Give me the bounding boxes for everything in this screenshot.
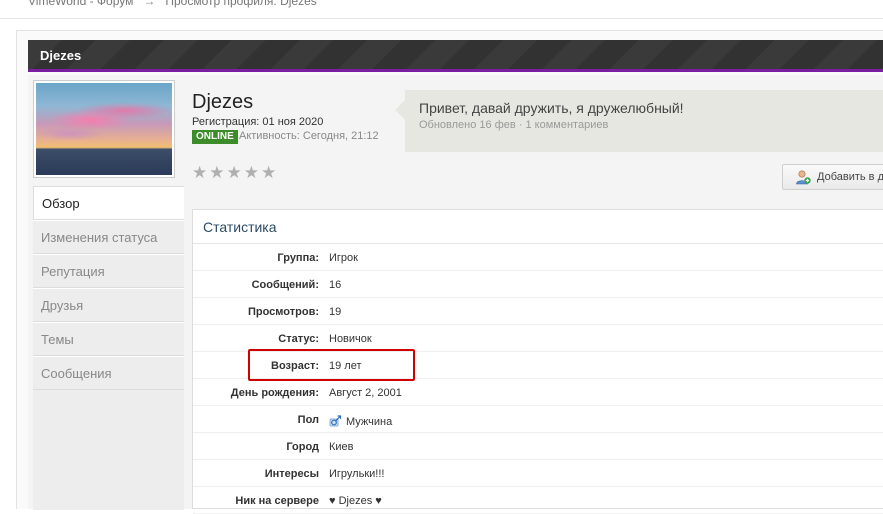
tab-posts[interactable]: Сообщения bbox=[33, 356, 184, 390]
stat-row-group: Группа: Игрок bbox=[193, 244, 883, 271]
tab-friends[interactable]: Друзья bbox=[33, 288, 184, 322]
online-badge: ONLINE bbox=[192, 130, 238, 144]
stat-value: Новичок bbox=[329, 333, 372, 345]
stat-label: Группа: bbox=[277, 252, 319, 264]
tab-overview[interactable]: Обзор bbox=[33, 186, 184, 220]
male-gender-icon bbox=[329, 415, 342, 427]
avatar-image bbox=[36, 83, 172, 175]
header-title: Djezes bbox=[40, 48, 82, 63]
profile-tabs: Обзор Изменения статуса Репутация Друзья… bbox=[33, 186, 184, 510]
status-meta[interactable]: Обновлено 16 фев · 1 комментариев bbox=[419, 119, 608, 131]
stat-row-posts: Сообщений: 16 bbox=[193, 271, 883, 298]
add-user-icon bbox=[796, 170, 811, 185]
stat-row-gender: Пол Мужчина bbox=[193, 406, 883, 433]
rating-star-icon[interactable]: ★ bbox=[227, 164, 242, 182]
user-rating[interactable]: ★ ★ ★ ★ ★ bbox=[192, 164, 276, 182]
breadcrumb-home-link[interactable]: VimeWorld - Форум bbox=[28, 0, 133, 8]
stat-value: Август 2, 2001 bbox=[329, 387, 402, 399]
registration-date: Регистрация: 01 ноя 2020 bbox=[192, 116, 324, 128]
stat-label: День рождения: bbox=[230, 387, 319, 399]
rating-star-icon[interactable]: ★ bbox=[261, 164, 276, 182]
stat-value: 16 bbox=[329, 279, 342, 291]
avatar[interactable] bbox=[33, 80, 175, 178]
breadcrumb: VimeWorld - Форум → Просмотр профиля: Djez… bbox=[28, 0, 317, 8]
stat-value: ♥ Djezes ♥ bbox=[329, 495, 382, 507]
stat-value-gender: Мужчина bbox=[329, 414, 392, 428]
statistics-heading: Статистика bbox=[193, 210, 883, 244]
profile-header-bar: Djezes bbox=[28, 40, 883, 72]
status-message: Привет, давай дружить, я дружелюбный! bbox=[419, 100, 684, 116]
stat-label: Ник на сервере bbox=[235, 495, 319, 507]
stat-label: Сообщений: bbox=[251, 279, 319, 291]
breadcrumb-separator: → bbox=[143, 0, 156, 8]
stat-row-status: Статус: Новичок bbox=[193, 325, 883, 352]
stat-value: Игрульки!!! bbox=[329, 468, 385, 480]
add-friend-button[interactable]: Добавить в друзья bbox=[782, 164, 883, 190]
stat-label: Пол bbox=[297, 414, 319, 426]
last-activity: Активность: Сегодня, 21:12 bbox=[239, 130, 379, 142]
stat-row-birthday: День рождения: Август 2, 2001 bbox=[193, 379, 883, 406]
status-update-box: Привет, давай дружить, я дружелюбный! Об… bbox=[395, 90, 883, 152]
gender-text: Мужчина bbox=[346, 416, 393, 428]
age-highlight-annotation bbox=[248, 349, 415, 381]
stat-value: 19 bbox=[329, 306, 342, 318]
rating-star-icon[interactable]: ★ bbox=[192, 164, 207, 182]
stat-value: Игрок bbox=[329, 252, 358, 264]
stat-label: Статус: bbox=[278, 333, 319, 345]
stat-row-server-nick: Ник на сервере ♥ Djezes ♥ bbox=[193, 487, 883, 514]
stat-label: Просмотров: bbox=[247, 306, 319, 318]
stat-value: Киев bbox=[329, 441, 354, 453]
tab-status-updates[interactable]: Изменения статуса bbox=[33, 220, 184, 254]
stat-label: Город bbox=[286, 441, 319, 453]
stat-row-views: Просмотров: 19 bbox=[193, 298, 883, 325]
tab-reputation[interactable]: Репутация bbox=[33, 254, 184, 288]
tabs-filler bbox=[33, 390, 184, 510]
breadcrumb-current: Просмотр профиля: Djezes bbox=[165, 0, 317, 8]
rating-star-icon[interactable]: ★ bbox=[209, 164, 224, 182]
stat-label: Интересы bbox=[264, 468, 319, 480]
top-divider bbox=[0, 18, 883, 19]
add-friend-label: Добавить в друзья bbox=[817, 171, 883, 183]
profile-username: Djezes bbox=[192, 91, 254, 113]
rating-star-icon[interactable]: ★ bbox=[244, 164, 259, 182]
stat-row-interests: Интересы Игрульки!!! bbox=[193, 460, 883, 487]
tab-topics[interactable]: Темы bbox=[33, 322, 184, 356]
stat-row-city: Город Киев bbox=[193, 433, 883, 460]
